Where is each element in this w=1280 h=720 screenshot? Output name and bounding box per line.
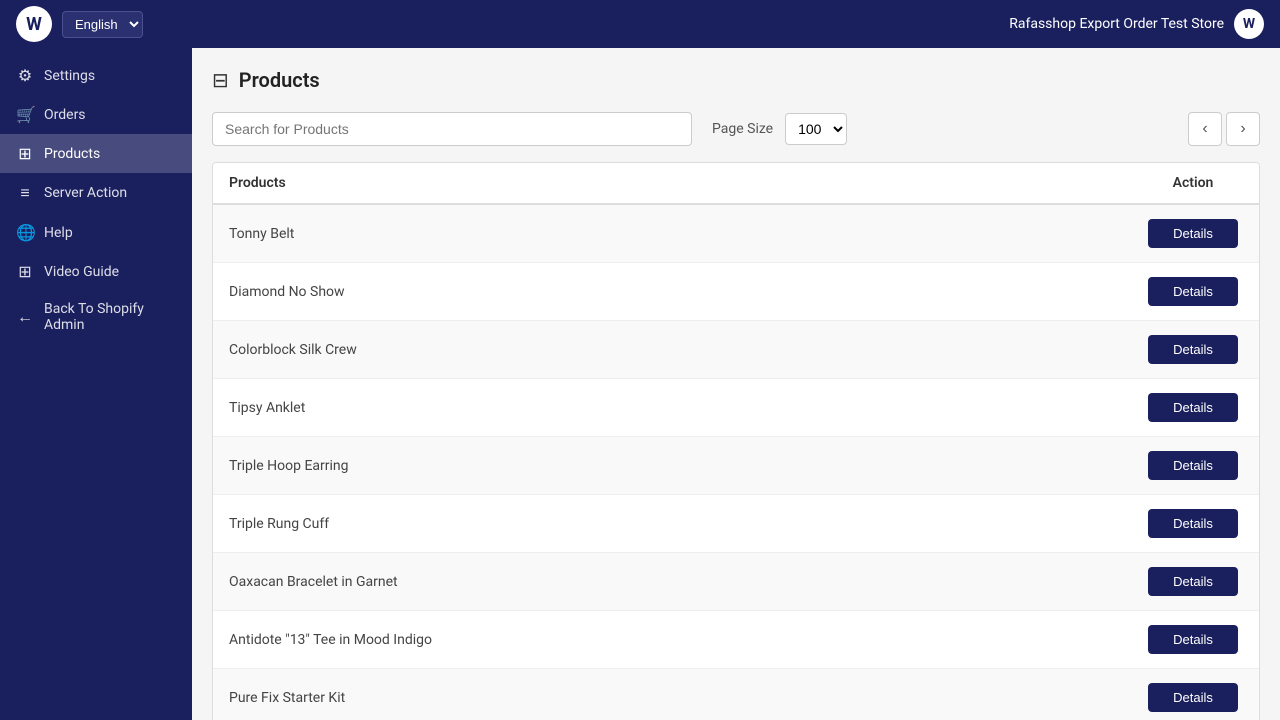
action-cell: Details (1143, 393, 1243, 422)
action-cell: Details (1143, 509, 1243, 538)
table-row: Antidote "13" Tee in Mood Indigo Details (213, 611, 1259, 669)
sidebar-item-server-action[interactable]: ≡ Server Action (0, 173, 192, 213)
products-table: Products Action Tonny Belt Details Diamo… (212, 162, 1260, 720)
sidebar-label-help: Help (44, 225, 73, 241)
layout: ⚙ Settings 🛒 Orders ⊞ Products ≡ Server … (0, 48, 1280, 720)
topnav-right: Rafasshop Export Order Test Store W (1009, 9, 1264, 39)
sidebar-item-video-guide[interactable]: ⊞ Video Guide (0, 252, 192, 291)
action-cell: Details (1143, 277, 1243, 306)
table-row: Triple Hoop Earring Details (213, 437, 1259, 495)
product-name: Oaxacan Bracelet in Garnet (229, 574, 1143, 590)
product-name: Pure Fix Starter Kit (229, 690, 1143, 706)
table-row: Pure Fix Starter Kit Details (213, 669, 1259, 720)
sidebar-label-products: Products (44, 146, 100, 162)
topnav: W English Rafasshop Export Order Test St… (0, 0, 1280, 48)
details-button[interactable]: Details (1148, 683, 1238, 712)
sidebar-label-server-action: Server Action (44, 185, 127, 201)
sidebar-label-settings: Settings (44, 68, 95, 84)
table-body: Tonny Belt Details Diamond No Show Detai… (213, 205, 1259, 720)
details-button[interactable]: Details (1148, 219, 1238, 248)
sidebar-item-help[interactable]: 🌐 Help (0, 213, 192, 252)
details-button[interactable]: Details (1148, 393, 1238, 422)
pagination: ‹ › (1188, 112, 1260, 146)
action-cell: Details (1143, 335, 1243, 364)
details-button[interactable]: Details (1148, 509, 1238, 538)
table-row: Tonny Belt Details (213, 205, 1259, 263)
sidebar: ⚙ Settings 🛒 Orders ⊞ Products ≡ Server … (0, 48, 192, 720)
product-name: Triple Hoop Earring (229, 458, 1143, 474)
page-header: ⊟ Products (212, 68, 1260, 92)
store-logo: W (1234, 9, 1264, 39)
products-icon: ⊞ (16, 144, 34, 163)
sidebar-label-orders: Orders (44, 107, 86, 123)
table-row: Oaxacan Bracelet in Garnet Details (213, 553, 1259, 611)
sidebar-label-video-guide: Video Guide (44, 264, 119, 280)
language-select[interactable]: English (62, 11, 143, 38)
table-row: Diamond No Show Details (213, 263, 1259, 321)
server-action-icon: ≡ (16, 183, 34, 203)
video-guide-icon: ⊞ (16, 262, 34, 281)
action-cell: Details (1143, 451, 1243, 480)
help-icon: 🌐 (16, 223, 34, 242)
sidebar-item-products[interactable]: ⊞ Products (0, 134, 192, 173)
page-icon: ⊟ (212, 68, 229, 92)
details-button[interactable]: Details (1148, 451, 1238, 480)
store-name: Rafasshop Export Order Test Store (1009, 16, 1224, 32)
col-header-action: Action (1143, 175, 1243, 191)
product-name: Antidote "13" Tee in Mood Indigo (229, 632, 1143, 648)
product-name: Triple Rung Cuff (229, 516, 1143, 532)
action-cell: Details (1143, 219, 1243, 248)
table-header: Products Action (213, 163, 1259, 205)
back-icon: ← (16, 307, 34, 327)
details-button[interactable]: Details (1148, 625, 1238, 654)
page-size-label: Page Size (712, 121, 773, 137)
col-header-products: Products (229, 175, 1143, 191)
details-button[interactable]: Details (1148, 277, 1238, 306)
action-cell: Details (1143, 625, 1243, 654)
topnav-left: W English (16, 6, 143, 42)
table-row: Triple Rung Cuff Details (213, 495, 1259, 553)
toolbar: Page Size 100 10 25 50 ‹ › (212, 112, 1260, 146)
product-name: Tipsy Anklet (229, 400, 1143, 416)
details-button[interactable]: Details (1148, 335, 1238, 364)
orders-icon: 🛒 (16, 105, 34, 124)
search-input[interactable] (212, 112, 692, 146)
main-content: ⊟ Products Page Size 100 10 25 50 ‹ › Pr… (192, 48, 1280, 720)
details-button[interactable]: Details (1148, 567, 1238, 596)
page-title: Products (239, 68, 320, 92)
action-cell: Details (1143, 683, 1243, 712)
next-page-button[interactable]: › (1226, 112, 1260, 146)
product-name: Diamond No Show (229, 284, 1143, 300)
product-name: Colorblock Silk Crew (229, 342, 1143, 358)
prev-page-button[interactable]: ‹ (1188, 112, 1222, 146)
sidebar-label-back: Back To Shopify Admin (44, 301, 176, 333)
sidebar-item-orders[interactable]: 🛒 Orders (0, 95, 192, 134)
sidebar-item-settings[interactable]: ⚙ Settings (0, 56, 192, 95)
settings-icon: ⚙ (16, 66, 34, 85)
product-name: Tonny Belt (229, 226, 1143, 242)
action-cell: Details (1143, 567, 1243, 596)
table-row: Colorblock Silk Crew Details (213, 321, 1259, 379)
sidebar-item-back[interactable]: ← Back To Shopify Admin (0, 291, 192, 343)
table-row: Tipsy Anklet Details (213, 379, 1259, 437)
page-size-select[interactable]: 100 10 25 50 (785, 113, 847, 145)
app-logo: W (16, 6, 52, 42)
